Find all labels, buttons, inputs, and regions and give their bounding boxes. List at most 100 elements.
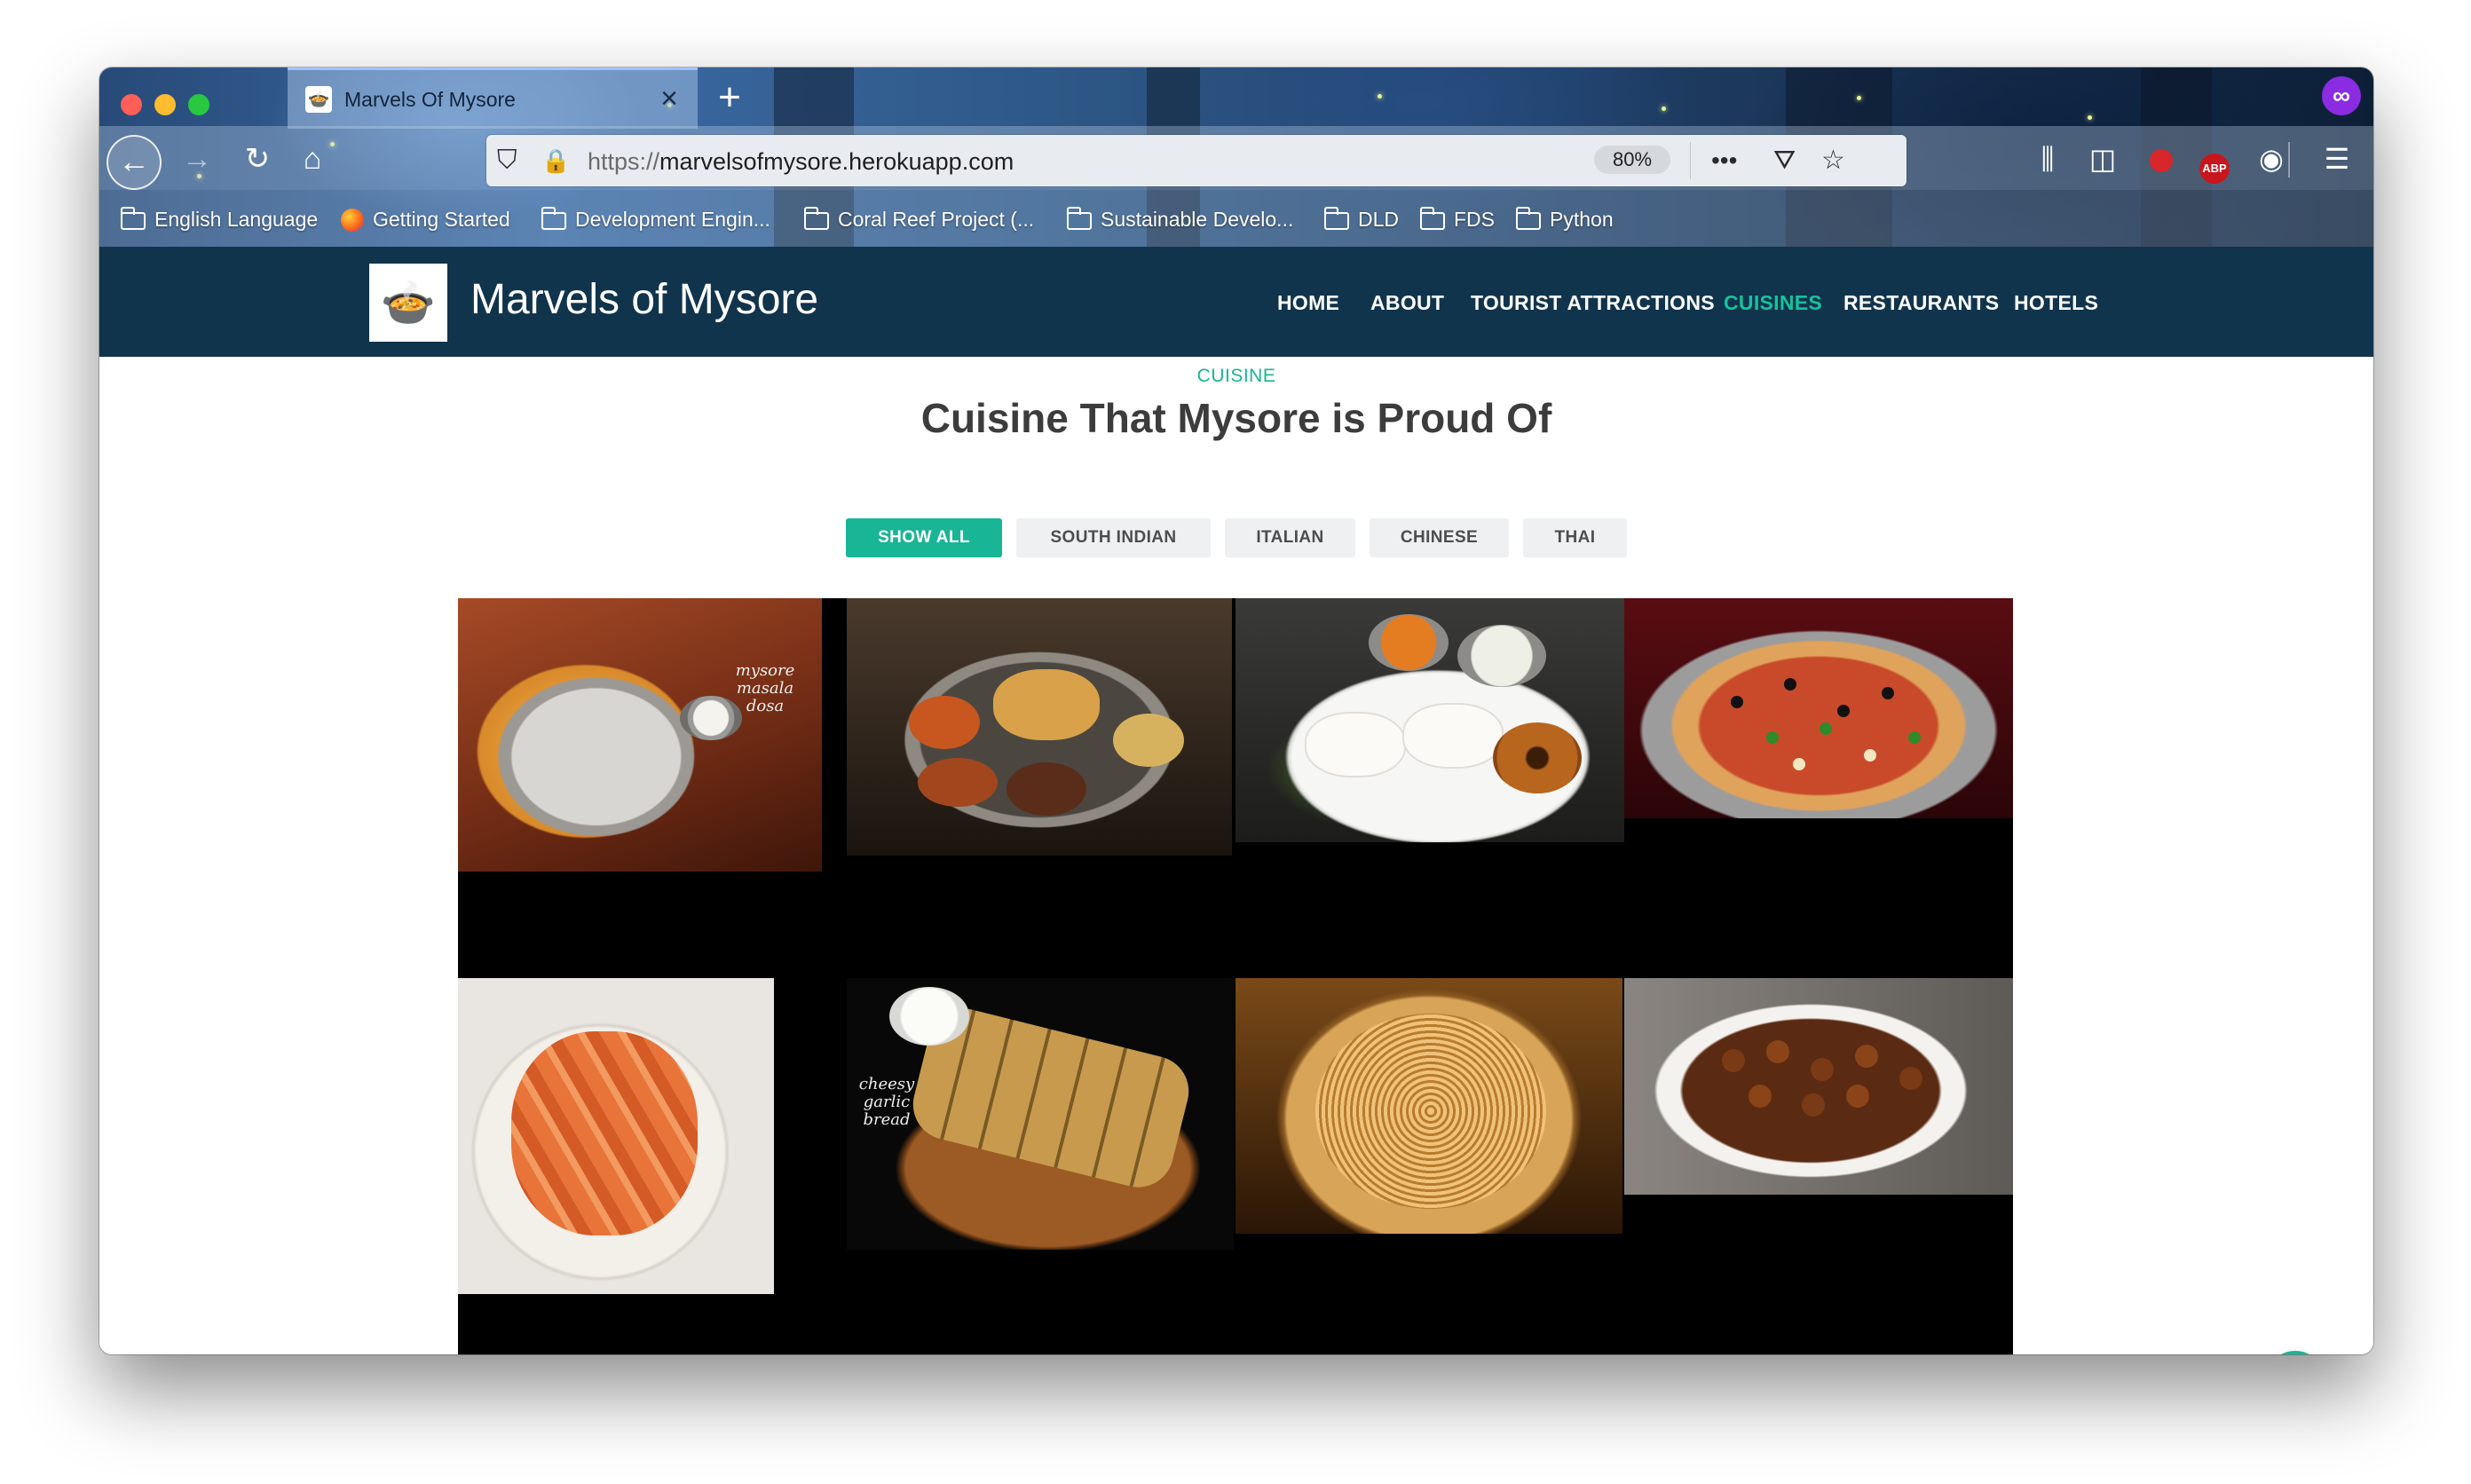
hamburger-menu-icon[interactable]: ☰ (2315, 138, 2359, 179)
site-brand[interactable]: Marvels of Mysore (470, 275, 818, 324)
bookmark-label: DLD (1358, 208, 1400, 231)
bookmark-label: Sustainable Develo... (1101, 208, 1294, 231)
bookmark-label: Python (1550, 208, 1614, 231)
food-bowl (909, 696, 980, 749)
theme-firefly (1378, 94, 1382, 99)
folder-icon (541, 207, 566, 230)
filter-italian[interactable]: ITALIAN (1225, 518, 1355, 557)
gallery-item-south-indian-thali[interactable] (847, 598, 1232, 856)
folder-icon (804, 207, 829, 230)
folder-icon (1067, 207, 1092, 230)
nav-home[interactable]: HOME (1277, 291, 1339, 315)
page-actions-menu-icon[interactable]: ••• (1711, 144, 1737, 178)
sambar-bowl (1369, 614, 1449, 671)
bookmark-coral-reef-project[interactable]: Coral Reef Project (... (804, 204, 1034, 234)
filter-chinese[interactable]: CHINESE (1370, 518, 1509, 557)
back-button[interactable]: ← (107, 135, 162, 190)
bookmark-label: English Language (154, 208, 319, 231)
minimize-window-button[interactable] (154, 94, 176, 115)
tab-title: Marvels Of Mysore (344, 88, 516, 111)
bookmark-dld[interactable]: DLD (1324, 204, 1399, 234)
site-navbar: 🍲 Marvels of Mysore HOME ABOUT TOURIST A… (99, 247, 2373, 357)
nav-cuisines[interactable]: CUISINES (1724, 291, 1822, 315)
gallery-item-idli-vada[interactable] (1236, 598, 1624, 842)
nav-hotels[interactable]: HOTELS (2014, 291, 2098, 315)
food-bowl (918, 758, 998, 807)
food-bowl (1113, 714, 1184, 767)
account-icon[interactable]: ◉ (2249, 138, 2293, 179)
cuisine-gallery: mysore masala dosa cheesy garlic bread (458, 598, 2013, 1354)
nav-about[interactable]: ABOUT (1370, 291, 1444, 315)
site-logo[interactable]: 🍲 (369, 264, 447, 342)
folder-icon (121, 207, 146, 230)
gallery-item-hakka-noodles[interactable] (1236, 978, 1622, 1234)
nav-tourist-attractions[interactable]: TOURIST ATTRACTIONS (1471, 291, 1715, 315)
zoom-level-badge[interactable]: 80% (1594, 146, 1670, 174)
private-browsing-mask-icon[interactable]: ∞ (2322, 76, 2361, 115)
library-icon[interactable]: ⫼ (2025, 138, 2070, 179)
record-extension-icon[interactable] (2139, 138, 2183, 179)
penne-pasta (511, 1031, 698, 1235)
pocket-icon[interactable]: ⛛ (1773, 144, 1796, 178)
bookmark-label: FDS (1454, 208, 1495, 231)
gallery-item-cheesy-garlic-bread[interactable]: cheesy garlic bread (847, 978, 1234, 1250)
maximize-window-button[interactable] (188, 94, 209, 115)
browser-tab[interactable]: 🍲 Marvels Of Mysore × (288, 67, 698, 129)
filter-show-all[interactable]: SHOW ALL (846, 518, 1002, 557)
section-title: Cuisine That Mysore is Proud Of (920, 395, 1552, 441)
idli (1404, 705, 1502, 767)
bookmark-fds[interactable]: FDS (1420, 204, 1495, 234)
close-tab-icon[interactable]: × (660, 81, 678, 116)
bookmark-sustainable-develo[interactable]: Sustainable Develo... (1067, 204, 1293, 234)
nav-restaurants[interactable]: RESTAURANTS (1843, 291, 1999, 315)
close-window-button[interactable] (121, 94, 142, 115)
theme-firefly (1857, 96, 1861, 100)
folder-icon (1516, 207, 1541, 230)
sidebar-icon[interactable]: ◫ (2080, 138, 2125, 179)
food-bowl (1007, 762, 1086, 816)
address-bar-separator (1690, 142, 1691, 179)
address-bar[interactable]: ⛉ 🔒 https://marvelsofmysore.herokuapp.co… (486, 135, 1907, 186)
url-host: marvelsofmysore.herokuapp.com (659, 148, 1014, 175)
home-button[interactable]: ⌂ (286, 138, 339, 179)
filter-thai[interactable]: THAI (1523, 518, 1627, 557)
bookmark-python[interactable]: Python (1516, 204, 1614, 234)
bookmark-label: Getting Started (373, 208, 510, 231)
filter-south-indian[interactable]: SOUTH INDIAN (1016, 518, 1211, 557)
photo-caption: cheesy garlic bread (858, 1075, 915, 1129)
gallery-item-pasta[interactable] (458, 978, 774, 1294)
folder-icon (1324, 207, 1349, 230)
theme-firefly (1662, 107, 1666, 111)
back-to-top-button[interactable]: ⌃ (2265, 1351, 2325, 1354)
tab-favicon-icon: 🍲 (305, 86, 332, 113)
dip-bowl (889, 987, 969, 1046)
forward-button[interactable]: → (170, 138, 224, 179)
reload-button[interactable]: ↻ (231, 138, 284, 179)
section-eyebrow: CUISINE (1196, 366, 1276, 386)
gallery-item-mysore-masala-dosa[interactable]: mysore masala dosa (458, 598, 822, 872)
bookmark-development-engin[interactable]: Development Engin... (541, 204, 770, 234)
bookmark-label: Coral Reef Project (... (838, 208, 1035, 231)
new-tab-button[interactable]: + (703, 76, 756, 119)
idli (1307, 714, 1404, 776)
abp-label: ABP (2199, 154, 2230, 184)
theme-firefly (2088, 115, 2092, 120)
manchurian-balls (1722, 1049, 1745, 1072)
chutney-bowl (1457, 625, 1546, 687)
lock-icon[interactable]: 🔒 (541, 144, 570, 178)
adblock-plus-icon[interactable]: ABP (2192, 138, 2237, 184)
bookmark-getting-started[interactable]: Getting Started (341, 204, 510, 234)
bookmark-star-icon[interactable]: ☆ (1821, 144, 1845, 178)
gallery-item-pizza[interactable] (1624, 598, 2013, 818)
noodles (1315, 1014, 1546, 1209)
tracking-protection-shield-icon[interactable]: ⛉ (497, 144, 517, 178)
pizza-toppings (1731, 696, 1743, 708)
gallery-item-manchurian[interactable] (1624, 978, 2013, 1195)
photo-caption: mysore masala dosa (735, 661, 795, 715)
firefox-icon (341, 209, 364, 232)
bookmark-english-language[interactable]: English Language (121, 204, 318, 234)
url-text[interactable]: https://marvelsofmysore.herokuapp.com (588, 148, 1014, 176)
web-page: 🍲 Marvels of Mysore HOME ABOUT TOURIST A… (99, 247, 2373, 1354)
url-scheme: https:// (588, 148, 660, 175)
folder-icon (1420, 207, 1445, 230)
